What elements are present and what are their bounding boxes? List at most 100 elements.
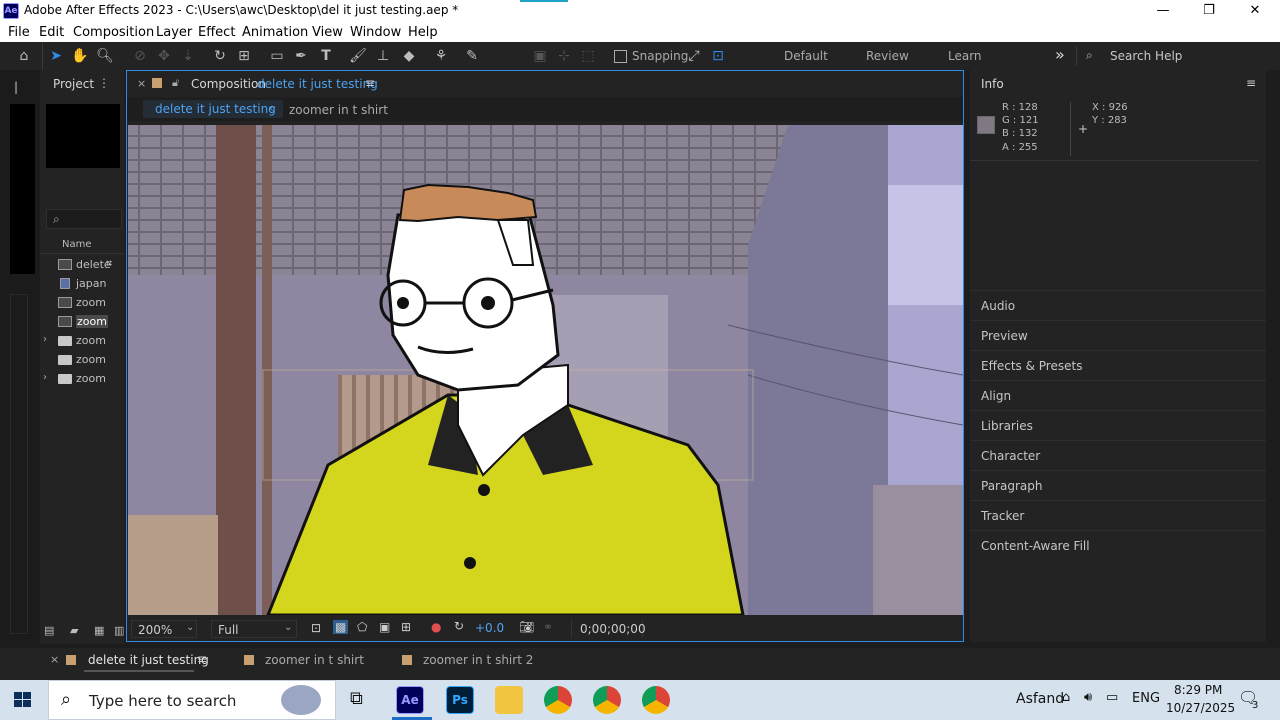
taskbar-language[interactable]: ENG [1132, 691, 1160, 706]
search-help-field[interactable]: ⌕ Search Help [1082, 46, 1272, 66]
snapping-checkbox[interactable] [614, 50, 627, 63]
grid-guides-icon[interactable]: ⊞ [401, 620, 411, 634]
project-folder[interactable]: zoom [40, 351, 124, 369]
hand-tool-icon[interactable]: ✋ [70, 46, 90, 66]
anchor-point-tool-icon[interactable]: ⊞ [234, 46, 254, 66]
home-icon[interactable]: ⌂ [14, 46, 34, 66]
chrome-profile-icon[interactable] [593, 686, 621, 714]
resolution-dropdown[interactable]: Full ⌄ [211, 620, 297, 638]
brush-tool-icon[interactable]: 🖌︎ [348, 46, 368, 66]
orbit-camera-icon[interactable]: ⊘ [130, 46, 150, 66]
menu-window[interactable]: Window [350, 25, 401, 40]
panel-menu-icon[interactable]: ⋮ [98, 76, 110, 90]
snapshot-icon[interactable]: 📷︎ [519, 620, 534, 634]
rotation-tool-icon[interactable]: ↻ [210, 46, 230, 66]
pan-camera-icon[interactable]: ✥ [154, 46, 174, 66]
project-search-input[interactable]: ⌕ [46, 209, 122, 229]
menu-composition[interactable]: Composition [73, 25, 154, 40]
taskbar-date[interactable]: 10/27/2025 [1166, 701, 1235, 715]
project-item[interactable]: delete ⌗ [56, 256, 124, 274]
lock-icon[interactable]: 🔓︎ [172, 76, 179, 90]
info-panel-title[interactable]: Info [981, 77, 1004, 91]
mask-visibility-icon[interactable]: ⬠ [357, 620, 367, 634]
chevron-right-icon[interactable]: › [43, 372, 47, 383]
maximize-button[interactable]: ❐ [1186, 0, 1232, 22]
new-composition-icon[interactable]: ▦ [94, 624, 104, 637]
axis-world-icon[interactable]: ⊹ [554, 46, 574, 66]
fast-previews-icon[interactable]: ⊡ [311, 621, 321, 635]
composition-viewer[interactable] [128, 125, 963, 615]
eraser-tool-icon[interactable]: ◆ [399, 46, 419, 66]
panel-audio[interactable]: Audio [970, 290, 1266, 320]
transparency-grid-icon[interactable]: ▩ [333, 620, 349, 634]
close-tab-icon[interactable]: × [137, 77, 146, 90]
task-view-icon[interactable]: ⧉ [350, 688, 363, 709]
dolly-camera-icon[interactable]: ⇣ [178, 46, 198, 66]
close-tab-icon[interactable]: × [50, 653, 59, 666]
project-item-selected[interactable]: zoom [56, 313, 124, 331]
chrome-profile-2-icon[interactable] [642, 686, 670, 714]
panel-effects-presets[interactable]: Effects & Presets [970, 350, 1266, 380]
taskbar-search-box[interactable]: ⌕ Type here to search [48, 680, 336, 720]
timeline-tab-active[interactable]: delete it just testing [88, 653, 209, 667]
close-button[interactable]: ✕ [1232, 0, 1278, 22]
file-explorer-icon[interactable] [495, 686, 523, 714]
region-of-interest-icon[interactable]: ▣ [379, 620, 390, 634]
workspace-default[interactable]: Default [784, 49, 828, 63]
project-folder[interactable]: › zoom [40, 370, 124, 388]
color-channels-icon[interactable]: ● [431, 620, 441, 634]
breadcrumb-next[interactable]: zoomer in t shirt [289, 103, 388, 117]
timeline-tab[interactable]: zoomer in t shirt 2 [423, 653, 533, 667]
current-time-display[interactable]: 0;00;00;00 [571, 620, 646, 638]
new-folder-icon[interactable]: ▰ [70, 624, 78, 637]
network-icon[interactable]: ⌂ [1062, 690, 1070, 705]
panel-preview[interactable]: Preview [970, 320, 1266, 350]
project-folder[interactable]: › zoom [40, 332, 124, 350]
windows-start-icon[interactable] [14, 692, 32, 708]
axis-local-icon[interactable]: ▣ [530, 46, 550, 66]
menu-effect[interactable]: Effect [198, 25, 235, 40]
clone-stamp-tool-icon[interactable]: ⊥ [373, 46, 393, 66]
project-item[interactable]: japan [56, 275, 124, 293]
more-workspaces-icon[interactable]: » [1055, 45, 1065, 64]
workspace-review[interactable]: Review [866, 49, 909, 63]
menu-help[interactable]: Help [408, 25, 438, 40]
after-effects-taskbar-icon[interactable]: Ae [396, 686, 424, 714]
timeline-tab[interactable]: zoomer in t shirt [265, 653, 364, 667]
menu-file[interactable]: File [8, 25, 30, 40]
show-snapshot-icon[interactable]: ⚭ [543, 620, 553, 634]
zoom-tool-icon[interactable]: 🔍︎ [95, 46, 115, 66]
minimize-button[interactable]: — [1140, 0, 1186, 22]
snap-options-icon[interactable]: ⊡ [708, 46, 728, 66]
flowchart-icon[interactable]: ⌗ [106, 257, 112, 271]
panel-menu-icon[interactable]: ≡ [197, 652, 207, 666]
panel-menu-icon[interactable]: ≡ [1246, 76, 1256, 90]
breadcrumb-active[interactable]: delete it just testing ‹ [143, 100, 283, 118]
puppet-tool-icon[interactable]: ✎ [462, 46, 482, 66]
pen-tool-icon[interactable]: ✒ [291, 46, 311, 66]
panel-paragraph[interactable]: Paragraph [970, 470, 1266, 500]
taskbar-location[interactable]: Asfand [1016, 691, 1064, 707]
taskbar-time[interactable]: 8:29 PM [1174, 683, 1222, 697]
panel-content-aware-fill[interactable]: Content-Aware Fill [970, 530, 1266, 560]
panel-align[interactable]: Align [970, 380, 1266, 410]
panel-menu-icon[interactable]: ≡ [365, 76, 375, 90]
reset-exposure-icon[interactable]: ↻ [454, 619, 464, 633]
snap-expand-icon[interactable]: ⤢ [684, 46, 704, 66]
menu-animation[interactable]: Animation [242, 25, 308, 40]
bit-depth-icon[interactable]: ▥ [114, 624, 124, 637]
composition-tab-name[interactable]: delete it just testing [257, 77, 378, 91]
chevron-right-icon[interactable]: › [43, 334, 47, 345]
exposure-value[interactable]: +0.0 [475, 621, 504, 635]
workspace-learn[interactable]: Learn [948, 49, 982, 63]
roto-brush-tool-icon[interactable]: ⚘ [431, 46, 451, 66]
type-tool-icon[interactable]: T [316, 46, 336, 66]
panel-character[interactable]: Character [970, 440, 1266, 470]
project-panel-title[interactable]: Project [53, 77, 94, 91]
panel-tracker[interactable]: Tracker [970, 500, 1266, 530]
selection-tool-icon[interactable]: ➤ [46, 46, 66, 66]
column-header-name[interactable]: Name [62, 239, 92, 250]
magnification-dropdown[interactable]: 200% ⌄ [131, 620, 197, 638]
photoshop-taskbar-icon[interactable]: Ps [446, 686, 474, 714]
panel-libraries[interactable]: Libraries [970, 410, 1266, 440]
